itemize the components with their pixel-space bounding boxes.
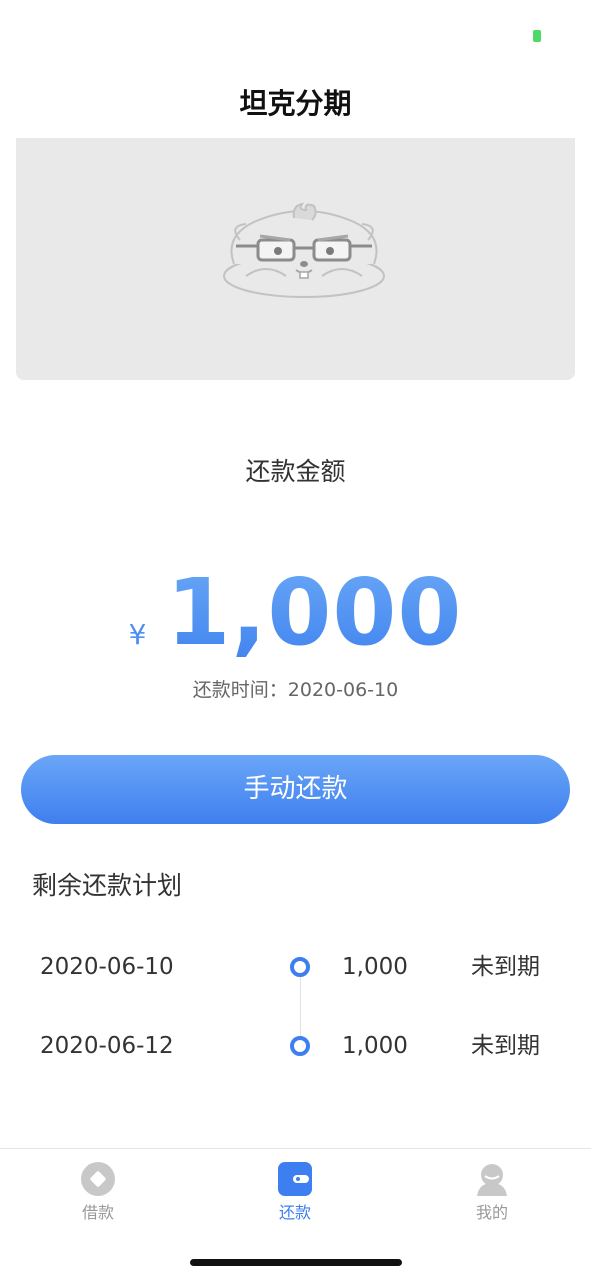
- plan-amount: 1,000: [342, 1033, 408, 1059]
- plan-row: 2020-06-10 1,000 未到期: [0, 947, 591, 987]
- mascot-placeholder-icon: [223, 202, 385, 298]
- page-title: 坦克分期: [239, 87, 352, 120]
- wallet-icon: [278, 1162, 312, 1196]
- due-date-label: 还款时间：: [192, 679, 288, 701]
- tab-label: 还款: [278, 1203, 311, 1222]
- tab-borrow[interactable]: 借款: [38, 1161, 158, 1231]
- plan-status: 未到期: [471, 1033, 540, 1059]
- currency-symbol: ¥: [128, 618, 147, 651]
- plan-amount: 1,000: [342, 954, 408, 980]
- plan-status: 未到期: [471, 954, 540, 980]
- plan-date: 2020-06-12: [40, 1033, 174, 1059]
- repayment-amount: 1,000: [166, 559, 463, 666]
- amount-display: ¥1,000: [0, 558, 591, 668]
- timeline-dot-icon: [290, 957, 310, 977]
- due-date-value: 2020-06-10: [287, 679, 399, 701]
- borrow-icon: [81, 1162, 115, 1196]
- profile-icon: [477, 1164, 507, 1196]
- tab-profile[interactable]: 我的: [432, 1161, 552, 1231]
- battery-icon: [533, 30, 541, 42]
- timeline-dot-icon: [290, 1036, 310, 1056]
- plan-date: 2020-06-10: [40, 954, 174, 980]
- amount-label: 还款金额: [245, 457, 346, 486]
- tab-label: 我的: [475, 1203, 508, 1222]
- plan-title: 剩余还款计划: [32, 871, 183, 900]
- manual-repay-button[interactable]: 手动还款: [21, 755, 570, 824]
- due-date-line: 还款时间：2020-06-10: [0, 676, 591, 704]
- tab-repay[interactable]: 还款: [235, 1161, 355, 1231]
- home-indicator: [190, 1259, 402, 1266]
- plan-row: 2020-06-12 1,000 未到期: [0, 1026, 591, 1066]
- banner[interactable]: [16, 138, 575, 380]
- status-bar: [0, 0, 591, 60]
- tab-label: 借款: [81, 1203, 114, 1222]
